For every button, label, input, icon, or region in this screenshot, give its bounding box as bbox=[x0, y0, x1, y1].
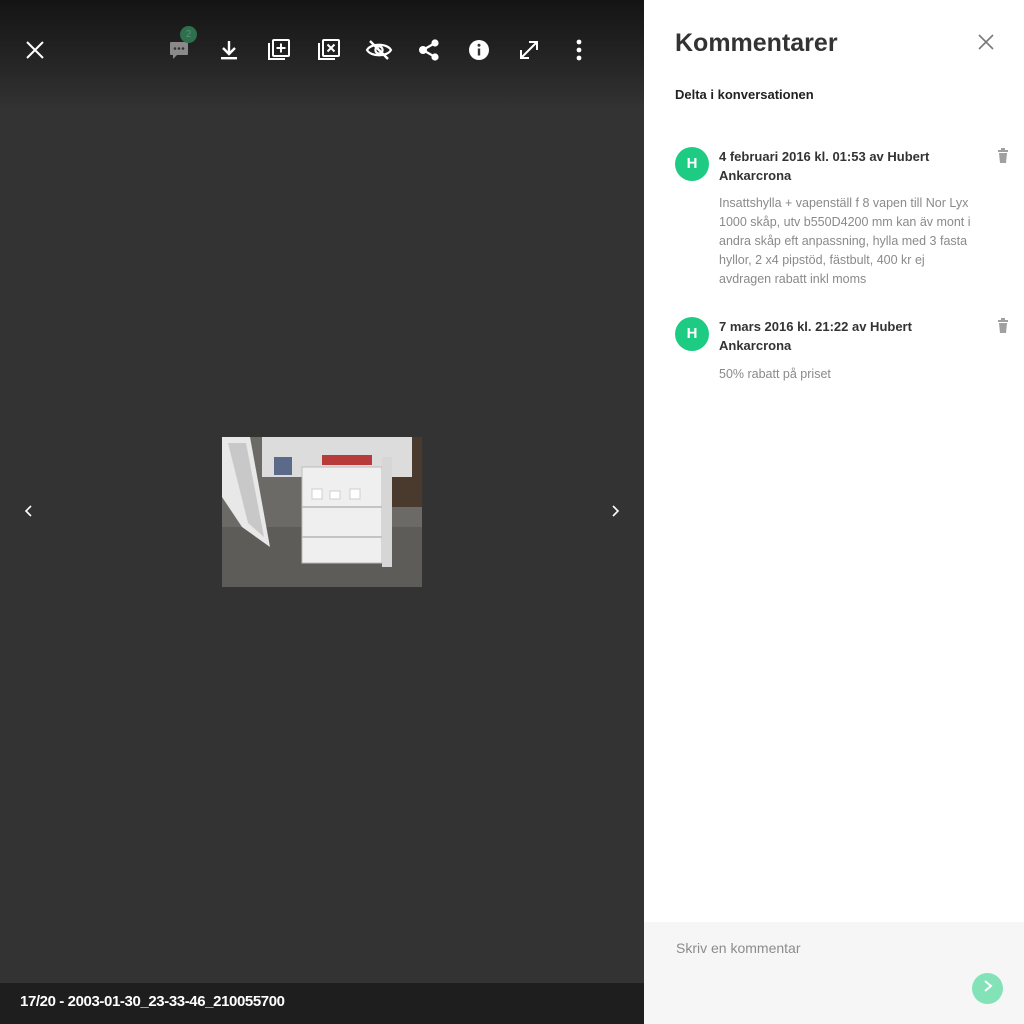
photo bbox=[222, 437, 422, 587]
more-options-button[interactable] bbox=[559, 30, 599, 70]
comment-count-badge: 2 bbox=[180, 26, 197, 43]
download-button[interactable] bbox=[209, 30, 249, 70]
more-icon bbox=[576, 39, 582, 61]
comment-body: 50% rabatt på priset bbox=[719, 367, 831, 381]
trash-icon bbox=[995, 318, 1011, 339]
photo-caption: 17/20 - 2003-01-30_23-33-46_210055700 bbox=[20, 993, 285, 1010]
next-photo-button[interactable] bbox=[600, 498, 630, 528]
comment-header: 4 februari 2016 kl. 01:53 av Hubert Anka… bbox=[719, 149, 930, 183]
hide-button[interactable] bbox=[359, 30, 399, 70]
add-to-album-icon bbox=[267, 39, 291, 61]
trash-icon bbox=[995, 148, 1011, 169]
panel-title: Kommentarer bbox=[675, 29, 838, 57]
share-icon bbox=[417, 39, 441, 61]
avatar: H bbox=[675, 147, 709, 181]
fullscreen-icon bbox=[518, 39, 540, 61]
share-button[interactable] bbox=[409, 30, 449, 70]
photo-viewer: 2 17/20 - 2003-01-30_23-33-46_210055700 bbox=[0, 0, 644, 1024]
avatar: H bbox=[675, 317, 709, 351]
comment-header: 7 mars 2016 kl. 21:22 av Hubert Ankarcro… bbox=[719, 319, 912, 353]
remove-from-album-icon bbox=[317, 39, 341, 61]
fullscreen-button[interactable] bbox=[509, 30, 549, 70]
previous-photo-button[interactable] bbox=[14, 498, 44, 528]
chevron-left-icon bbox=[24, 504, 34, 523]
comment-composer bbox=[644, 922, 1024, 1024]
chevron-right-icon bbox=[982, 979, 994, 998]
close-icon bbox=[25, 40, 45, 60]
remove-from-album-button[interactable] bbox=[309, 30, 349, 70]
add-to-album-button[interactable] bbox=[259, 30, 299, 70]
delete-comment-button[interactable] bbox=[995, 317, 1011, 335]
delete-comment-button[interactable] bbox=[995, 147, 1011, 165]
close-viewer-button[interactable] bbox=[15, 30, 55, 70]
hide-icon bbox=[365, 39, 393, 61]
comment-input[interactable] bbox=[674, 934, 968, 962]
chevron-right-icon bbox=[610, 504, 620, 523]
comment-body: Insattshylla + vapenställ f 8 vapen till… bbox=[719, 196, 971, 286]
comments-panel: Kommentarer Delta i konversationen H 4 f… bbox=[644, 0, 1024, 1024]
close-panel-button[interactable] bbox=[972, 30, 1000, 58]
panel-subtitle: Delta i konversationen bbox=[675, 87, 814, 102]
info-icon bbox=[468, 39, 490, 61]
info-button[interactable] bbox=[459, 30, 499, 70]
close-icon bbox=[977, 33, 995, 56]
send-comment-button[interactable] bbox=[972, 973, 1003, 1004]
download-icon bbox=[219, 39, 239, 61]
